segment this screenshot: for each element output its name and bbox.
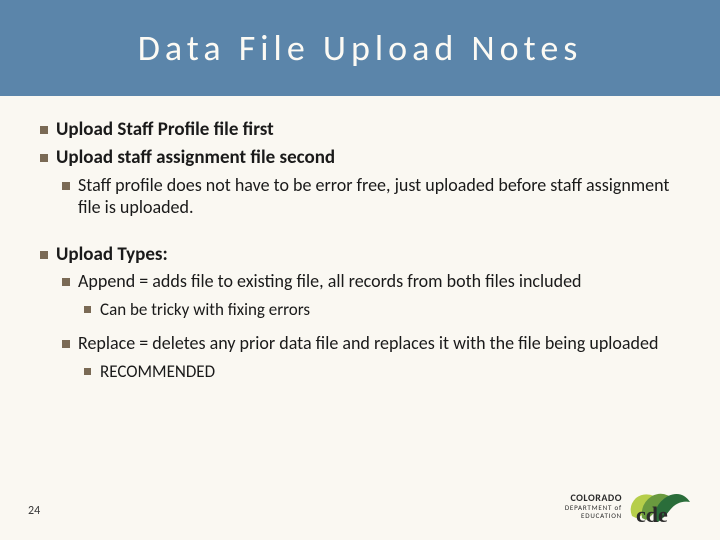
spacer <box>36 225 684 243</box>
slide-content: Upload Staff Profile file first Upload s… <box>0 96 720 382</box>
bullet-level2: Append = adds file to existing file, all… <box>36 270 684 293</box>
bullet-level1: Upload Types: <box>36 243 684 267</box>
cde-logo: COLORADO DEPARTMENT of EDUCATION cde <box>556 486 696 528</box>
slide-title: Data File Upload Notes <box>138 26 583 70</box>
title-band: Data File Upload Notes <box>0 0 720 96</box>
bullet-level2: Replace = deletes any prior data file an… <box>36 332 684 355</box>
bullet-icon <box>84 306 91 313</box>
bullet-level2: Staff profile does not have to be error … <box>36 174 684 219</box>
bullet-text: Staff profile does not have to be error … <box>78 174 669 219</box>
cde-mark-icon: cde <box>626 486 696 526</box>
bullet-level1: Upload staff assignment file second <box>36 146 684 170</box>
bullet-text: Replace = deletes any prior data file an… <box>78 332 658 354</box>
logo-line1: COLORADO <box>556 492 622 504</box>
bullet-icon <box>62 340 70 348</box>
bullet-icon <box>62 182 70 190</box>
bullet-icon <box>84 368 91 375</box>
bullet-level1: Upload Staff Profile file first <box>36 118 684 142</box>
logo-line2: DEPARTMENT of EDUCATION <box>556 504 622 520</box>
bullet-icon <box>40 154 48 162</box>
bullet-text: RECOMMENDED <box>100 361 215 382</box>
bullet-icon <box>40 251 48 259</box>
bullet-text: Can be tricky with fixing errors <box>100 299 310 320</box>
bullet-level3: Can be tricky with fixing errors <box>36 299 684 320</box>
logo-text: COLORADO DEPARTMENT of EDUCATION <box>556 492 622 520</box>
bullet-text: Upload Types: <box>56 243 168 266</box>
bullet-text: Append = adds file to existing file, all… <box>78 270 582 292</box>
bullet-level3: RECOMMENDED <box>36 361 684 382</box>
bullet-icon <box>62 278 70 286</box>
bullet-text: Upload Staff Profile file first <box>56 118 274 141</box>
bullet-text: Upload staff assignment file second <box>56 146 335 169</box>
svg-text:cde: cde <box>636 502 668 526</box>
slide-number: 24 <box>28 504 40 518</box>
bullet-icon <box>40 126 48 134</box>
